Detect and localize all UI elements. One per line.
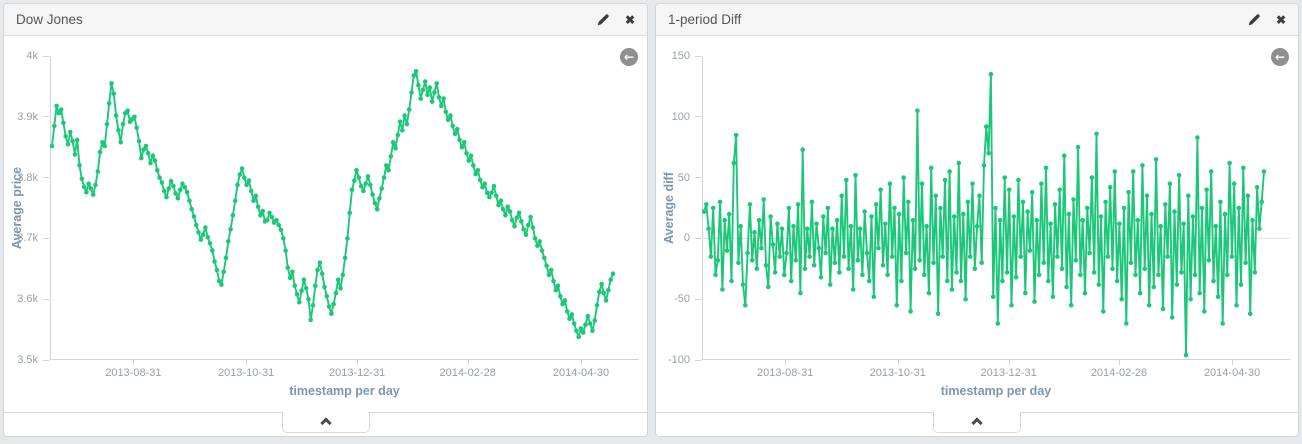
chart-area: ← Average diff 150100500-50-100 2013-08-…: [656, 36, 1298, 412]
edit-icon[interactable]: [1247, 13, 1261, 27]
y-axis-ticks: 4k3.9k3.8k3.7k3.6k3.5k: [4, 56, 50, 360]
x-axis-ticks: 2013-08-312013-10-312013-12-312014-02-28…: [50, 360, 639, 382]
chart-area: ← Average price 4k3.9k3.8k3.7k3.6k3.5k 2…: [4, 36, 647, 412]
panel-header: 1-period Diff ✖: [656, 4, 1298, 36]
collapse-button[interactable]: [282, 412, 370, 433]
close-icon[interactable]: ✖: [1276, 14, 1286, 26]
dashboard: { "page": { "background": "#e5e9eb" }, "…: [0, 0, 1302, 444]
y-axis-ticks: 150100500-50-100: [656, 56, 702, 360]
panel-footer: [656, 412, 1298, 436]
panel-title: Dow Jones: [16, 12, 83, 27]
panel-1-period-diff: 1-period Diff ✖ ← Average diff 150100500…: [655, 3, 1299, 437]
panel-actions: ✖: [596, 13, 635, 27]
chevron-up-icon: [971, 417, 982, 428]
back-arrow-icon[interactable]: ←: [1271, 48, 1289, 66]
dashboard-page: Dow Jones ✖ ← Average price 4k3.9k3.8k3.…: [0, 0, 1302, 444]
chevron-up-icon: [320, 417, 331, 428]
x-axis-ticks: 2013-08-312013-10-312013-12-312014-02-28…: [702, 360, 1290, 382]
collapse-button[interactable]: [933, 412, 1021, 433]
back-arrow-icon[interactable]: ←: [620, 48, 638, 66]
edit-icon[interactable]: [596, 13, 610, 27]
panel-header: Dow Jones ✖: [4, 4, 647, 36]
close-icon[interactable]: ✖: [625, 14, 635, 26]
panel-dow-jones: Dow Jones ✖ ← Average price 4k3.9k3.8k3.…: [3, 3, 648, 437]
x-axis-title: timestamp per day: [702, 384, 1290, 398]
panel-title: 1-period Diff: [668, 12, 741, 27]
panel-actions: ✖: [1247, 13, 1286, 27]
panel-footer: [4, 412, 647, 436]
line-chart[interactable]: [50, 56, 639, 360]
line-chart[interactable]: [702, 56, 1290, 360]
x-axis-title: timestamp per day: [50, 384, 639, 398]
